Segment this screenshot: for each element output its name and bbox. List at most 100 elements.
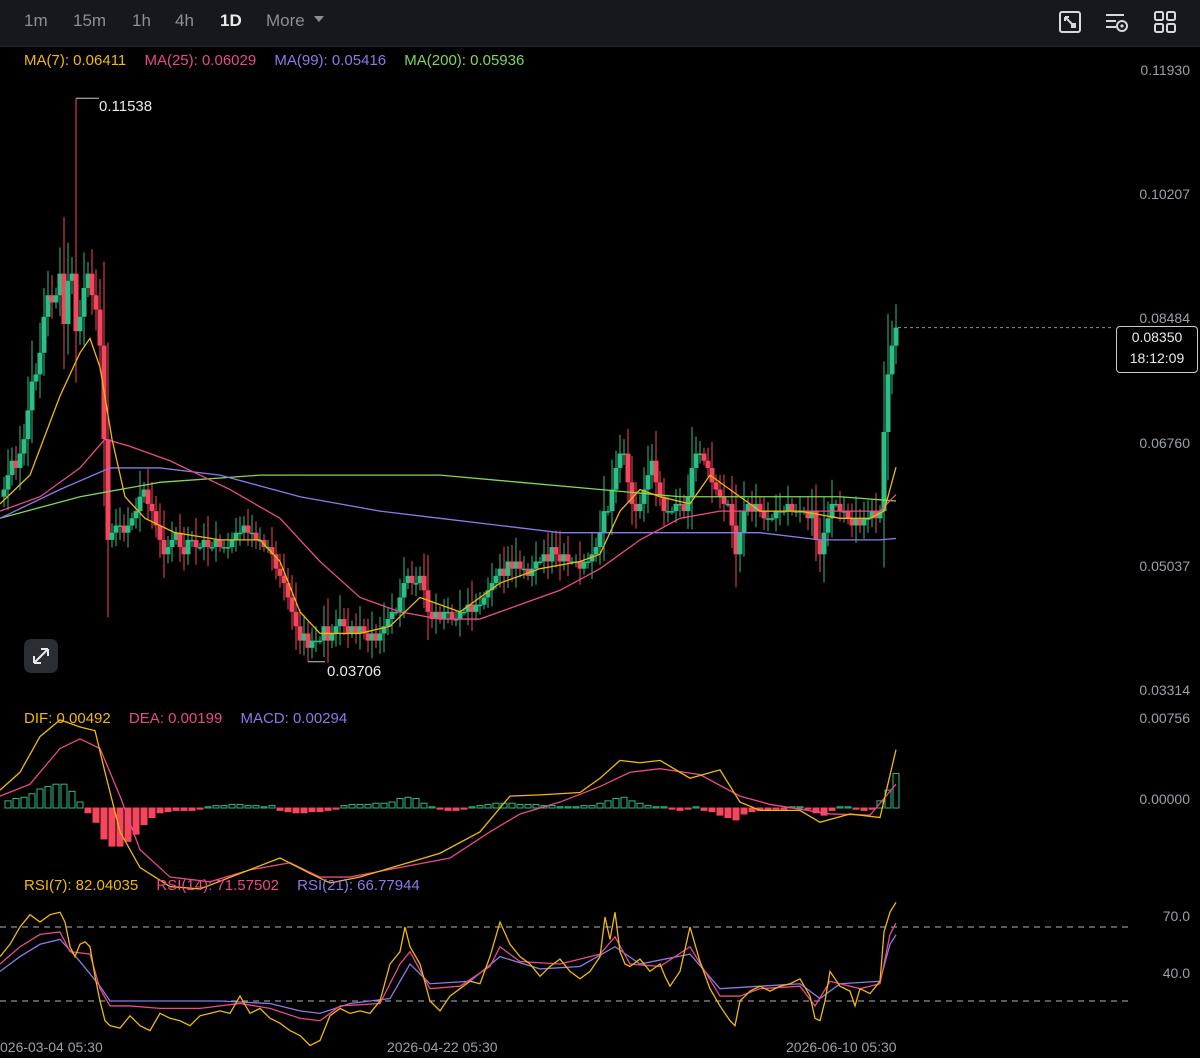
candle-body — [889, 345, 895, 375]
macd-histogram-bar — [100, 807, 108, 840]
ma25-legend: MA(25): 0.06029 — [144, 52, 257, 69]
macd-histogram-bar — [892, 772, 900, 809]
rsi7-line — [0, 901, 897, 1047]
candle-body — [5, 475, 11, 490]
ma200-legend: MA(200): 0.05936 — [404, 52, 525, 69]
ma99-legend: MA(99): 0.05416 — [274, 52, 387, 69]
macd-histogram-bar — [116, 807, 124, 847]
candle-body — [721, 496, 727, 504]
macd-histogram-bar — [316, 807, 324, 813]
macd-histogram-bar — [772, 807, 780, 810]
candle-body — [661, 496, 667, 512]
macd-histogram-bar — [92, 807, 100, 823]
candle-body — [517, 561, 523, 569]
macd-histogram-bar — [60, 783, 68, 809]
candle-body — [845, 511, 851, 519]
macd-histogram-bar — [796, 806, 804, 809]
candle-body — [593, 547, 599, 555]
price-axis-tick: 0.11930 — [1140, 62, 1190, 78]
macd-histogram-bar — [228, 803, 236, 809]
high-price-label: 0.11538 — [99, 98, 153, 115]
macd-histogram-bar — [492, 802, 500, 809]
candle-body — [125, 525, 131, 533]
candle-body — [601, 511, 607, 533]
macd-histogram-bar — [108, 807, 116, 847]
candle-body — [177, 532, 183, 548]
macd-histogram-bar — [140, 807, 148, 826]
macd-histogram-bar — [196, 807, 204, 810]
macd-histogram-bar — [396, 797, 404, 809]
macd-histogram-bar — [220, 805, 228, 809]
macd-histogram-bar — [644, 805, 652, 809]
candle-body — [705, 460, 711, 468]
macd-histogram-bar — [516, 803, 524, 809]
expand-chart-button[interactable] — [24, 639, 58, 673]
candle-body — [149, 503, 155, 512]
candlestick-chart[interactable] — [0, 0, 1200, 1058]
macd-histogram-bar — [436, 807, 444, 810]
candle-body — [1, 489, 7, 497]
candle-body — [37, 352, 43, 375]
macd-histogram-bar — [668, 807, 676, 810]
candle-body — [669, 511, 675, 513]
candle-body — [789, 503, 795, 512]
candle-body — [837, 503, 843, 512]
candle-body — [553, 547, 559, 555]
candle-body — [397, 597, 403, 612]
price-axis-tick: 0.06760 — [1139, 435, 1190, 451]
macd-histogram-bar — [348, 803, 356, 809]
candle-body — [245, 525, 251, 533]
candle-body — [893, 327, 899, 346]
macd-histogram-bar — [4, 800, 12, 809]
macd-histogram-bar — [444, 807, 452, 811]
macd-histogram-bar — [532, 803, 540, 809]
macd-axis-tick: 0.00756 — [1139, 710, 1190, 726]
candle-body — [625, 453, 631, 483]
candle-body — [461, 611, 467, 614]
macd-histogram-bar — [148, 807, 156, 819]
rsi-axis-tick: 70.0 — [1162, 908, 1190, 924]
rsi21-line — [0, 934, 897, 1014]
macd-histogram-bar — [716, 807, 724, 816]
candle-body — [17, 453, 23, 468]
candle-body — [537, 561, 543, 563]
macd-histogram-bar — [476, 805, 484, 809]
macd-histogram-bar — [860, 807, 868, 811]
price-axis-tick: 0.03314 — [1139, 682, 1190, 698]
candle-body — [105, 439, 111, 540]
macd-histogram-bar — [324, 807, 332, 811]
macd-histogram-bar — [68, 790, 76, 809]
macd-histogram-bar — [292, 807, 300, 814]
rsi-axis-tick: 40.0 — [1162, 965, 1190, 981]
macd-histogram-bar — [580, 805, 588, 809]
candle-body — [813, 511, 819, 540]
candle-body — [41, 316, 47, 353]
candle-body — [885, 374, 891, 432]
ma7-line — [0, 336, 897, 635]
candle-body — [53, 295, 59, 303]
macd-histogram-bar — [692, 806, 700, 809]
macd-histogram-bar — [676, 807, 684, 811]
candle-body — [77, 316, 83, 332]
macd-histogram-bar — [36, 788, 44, 809]
candle-body — [289, 597, 295, 612]
expand-arrows-icon — [33, 648, 49, 664]
macd-histogram-bar — [412, 797, 420, 809]
dea-legend: DEA: 0.00199 — [128, 710, 223, 727]
candle-body — [97, 309, 103, 346]
candle-body — [317, 640, 323, 643]
macd-histogram-bar — [708, 807, 716, 813]
candle-body — [741, 511, 747, 533]
candle-body — [713, 482, 719, 490]
macd-histogram-bar — [156, 807, 164, 814]
macd-histogram-bar — [628, 800, 636, 809]
last-price-tag: 0.08350 18:12:09 — [1116, 326, 1198, 373]
macd-histogram-bar — [172, 807, 180, 811]
macd-histogram-bar — [420, 802, 428, 809]
macd-histogram-bar — [372, 802, 380, 809]
macd-histogram-bar — [596, 802, 604, 809]
candle-body — [217, 539, 223, 548]
macd-histogram-bar — [52, 783, 60, 809]
candle-body — [89, 273, 95, 296]
last-price: 0.08350 — [1131, 329, 1183, 345]
